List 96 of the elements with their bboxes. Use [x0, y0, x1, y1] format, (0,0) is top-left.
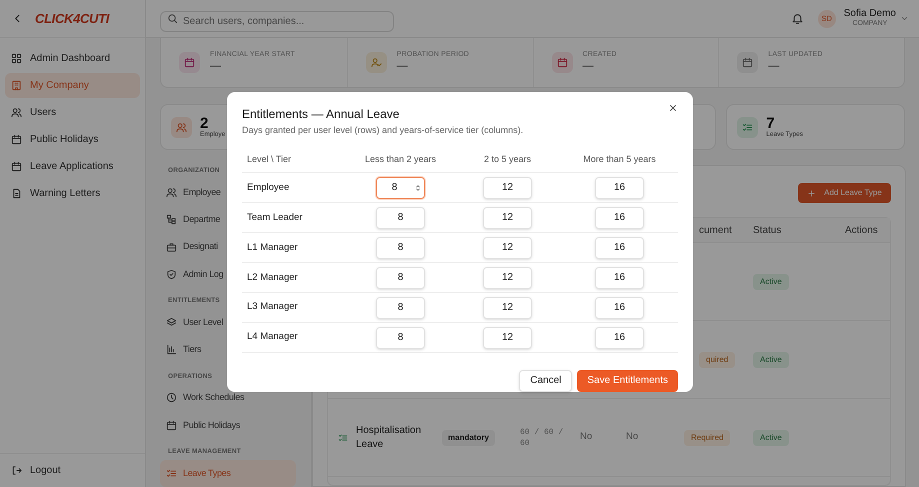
- bell-icon[interactable]: [790, 12, 804, 25]
- status-badge: Active: [753, 274, 789, 290]
- number-input[interactable]: 16: [595, 176, 644, 199]
- table-cell-text: No: [625, 430, 640, 444]
- number-input[interactable]: 12: [483, 326, 532, 348]
- number-input[interactable]: 12: [483, 266, 532, 289]
- column-header: Actions: [845, 224, 879, 238]
- days-text: 60 / 60 / 60: [519, 426, 564, 448]
- bar-chart-icon: [166, 344, 177, 356]
- status-badge: Active: [753, 352, 789, 368]
- search-icon: [167, 13, 178, 24]
- dialog-title: Entitlements — Annual Leave: [242, 106, 400, 123]
- sidebar-item[interactable]: Public Holidays: [5, 127, 140, 152]
- sidebar-item[interactable]: Users: [5, 100, 140, 125]
- calendar-icon: [166, 420, 177, 431]
- checklist-icon: [166, 468, 177, 479]
- sidebar-item[interactable]: Leave Applications: [5, 154, 140, 179]
- app-logo: CLICK4CUTI: [35, 10, 110, 28]
- status-badge: Active: [753, 430, 789, 446]
- briefcase-icon: [166, 242, 177, 253]
- logout-link[interactable]: Logout: [11, 463, 61, 478]
- number-input[interactable]: 8: [376, 176, 425, 199]
- grid-icon: [11, 53, 22, 64]
- info-value: —: [582, 60, 594, 74]
- row-label: L1 Manager: [246, 240, 299, 255]
- row-label: L4 Manager: [246, 330, 299, 344]
- cancel-button[interactable]: Cancel: [519, 370, 572, 392]
- users-icon: [11, 107, 22, 118]
- user-name: Sofia Demo: [844, 8, 896, 20]
- section-nav-item[interactable]: Departme: [160, 206, 226, 234]
- row-label: L3 Manager: [246, 300, 299, 314]
- column-header: cument: [698, 224, 733, 238]
- clock-icon: [166, 392, 177, 404]
- search-field[interactable]: Search users, companies...: [160, 11, 394, 32]
- section-nav-item[interactable]: Employee: [160, 178, 227, 206]
- number-input[interactable]: 8: [376, 326, 425, 348]
- number-input[interactable]: 16: [595, 206, 644, 229]
- number-input[interactable]: 16: [595, 236, 644, 259]
- number-input[interactable]: 16: [595, 266, 644, 289]
- layers-icon: [166, 317, 177, 328]
- users-icon: [176, 122, 187, 132]
- stat-value: 7: [766, 116, 775, 131]
- stat-value: 2: [200, 116, 208, 131]
- row-label: Team Leader: [246, 210, 304, 225]
- spinner-icon[interactable]: [414, 184, 422, 192]
- section-nav-item[interactable]: Work Schedules: [160, 384, 250, 412]
- row-label: Employee: [246, 180, 290, 195]
- info-value: —: [768, 60, 780, 74]
- document-badge: quired: [699, 352, 736, 368]
- number-input[interactable]: 16: [595, 326, 644, 348]
- users-icon: [166, 186, 177, 198]
- calendar-icon: [742, 57, 754, 68]
- row-label: L2 Manager: [246, 270, 299, 285]
- section-nav-item[interactable]: Admin Log: [160, 260, 230, 288]
- column-header: Status: [752, 224, 782, 238]
- sidebar-item[interactable]: Admin Dashboard: [5, 46, 140, 71]
- number-input[interactable]: 12: [483, 176, 532, 199]
- column-header: Less than 2 years: [364, 153, 438, 166]
- info-value: —: [210, 60, 222, 74]
- close-icon[interactable]: [668, 103, 678, 113]
- building-icon: [11, 80, 22, 91]
- column-header: 2 to 5 years: [482, 153, 532, 166]
- number-input[interactable]: 12: [483, 296, 532, 319]
- document-badge: Required: [684, 430, 730, 446]
- column-header: More than 5 years: [582, 153, 657, 166]
- checklist-icon: [338, 432, 348, 442]
- type-tag: mandatory: [442, 430, 495, 446]
- column-header: Level \ Tier: [246, 153, 292, 166]
- calendar-icon: [11, 134, 22, 145]
- calendar-icon: [556, 57, 568, 68]
- calendar-icon: [11, 161, 22, 172]
- chevron-down-icon[interactable]: [900, 14, 909, 23]
- dialog-subtitle: Days granted per user level (rows) and years-of-service tier (columns).: [242, 124, 524, 137]
- number-input[interactable]: 16: [595, 296, 644, 319]
- document-icon: [11, 188, 22, 199]
- section-nav-item[interactable]: Designati: [160, 233, 224, 261]
- shield-icon: [166, 268, 177, 280]
- leave-name: Hospitalisation Leave: [356, 424, 422, 452]
- number-input[interactable]: 12: [483, 236, 532, 259]
- logout-icon: [11, 465, 22, 476]
- sidebar-item[interactable]: Warning Letters: [5, 181, 140, 206]
- calendar-icon: [184, 57, 195, 68]
- hierarchy-icon: [166, 214, 177, 226]
- number-input[interactable]: 8: [376, 296, 425, 319]
- number-input[interactable]: 8: [376, 266, 425, 289]
- number-input[interactable]: 8: [376, 206, 425, 229]
- number-input[interactable]: 12: [483, 206, 532, 229]
- plus-icon: [807, 188, 816, 198]
- user-check-icon: [370, 57, 382, 68]
- section-nav-item[interactable]: Tiers: [160, 336, 208, 364]
- number-input[interactable]: 8: [376, 236, 425, 259]
- section-nav-item[interactable]: Public Holidays: [160, 412, 246, 439]
- info-value: —: [396, 60, 409, 74]
- checklist-icon: [742, 122, 754, 132]
- section-nav-item[interactable]: User Level: [160, 308, 230, 336]
- table-cell-text: No: [579, 430, 594, 444]
